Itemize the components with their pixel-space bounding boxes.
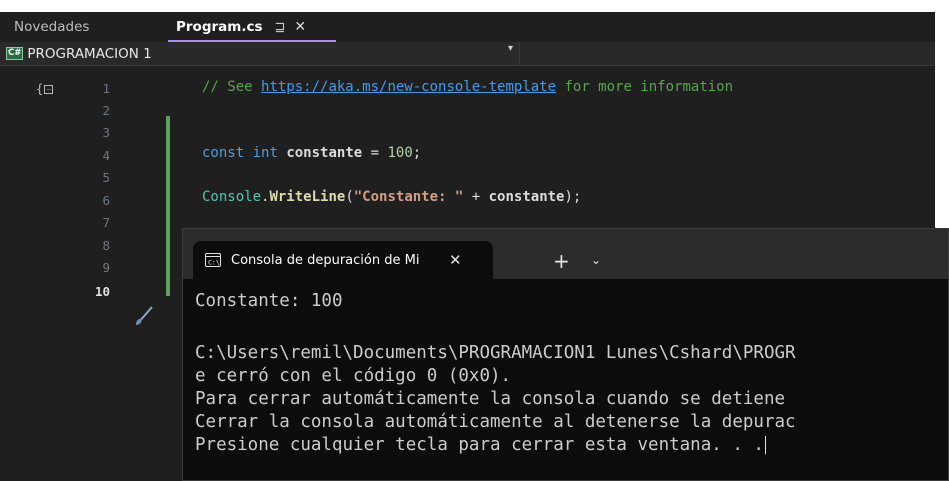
code-cleanup-brush-icon[interactable] [133,302,159,328]
svg-text:C:\: C:\ [208,259,220,267]
text-cursor [764,436,766,454]
project-dropdown[interactable]: C# PROGRAMACION 1 [0,42,519,65]
document-tab-strip: Novedades Program.cs ⊒ ✕ [0,12,935,42]
line-number: 1 [102,81,110,96]
csharp-project-icon: C# [6,47,24,60]
change-tracking-bar [166,116,170,296]
code-line-1: // See https://aka.ms/new-console-templa… [202,79,734,95]
chevron-down-icon[interactable]: ▾ [508,43,513,54]
console-output[interactable]: Constante: 100 C:\Users\remil\Documents\… [183,279,948,480]
tab-program-cs[interactable]: Program.cs ⊒ ✕ [168,12,336,42]
line-number: 4 [102,148,110,163]
line-number-current: 10 [94,284,110,299]
console-line-prompt: Presione cualquier tecla para cerrar est… [195,435,766,455]
line-number: 7 [102,215,110,230]
line-number: 9 [102,260,110,275]
project-name: PROGRAMACION 1 [27,45,152,62]
console-line: C:\Users\remil\Documents\PROGRAMACION1 L… [195,343,796,363]
template-link[interactable]: https://aka.ms/new-console-template [261,79,556,95]
line-number: 6 [102,193,110,208]
new-tab-button[interactable]: + [553,251,570,271]
console-line: Constante: 100 [195,291,343,311]
console-tab-title: Consola de depuración de Mi [231,252,420,268]
tab-program-cs-label: Program.cs [176,19,263,35]
chevron-down-icon[interactable]: ⌄ [591,253,601,267]
console-line: e cerró con el código 0 (0x0). [195,366,512,386]
pin-tab-icon[interactable]: ⊒ [275,20,286,35]
close-tab-icon[interactable]: ✕ [294,19,306,35]
line-number: 2 [102,103,110,118]
line-number: 8 [102,238,110,253]
console-titlebar: C:\ Consola de depuración de Mi ✕ + ⌄ [183,229,948,279]
navigation-bar: C# PROGRAMACION 1 ▾ [0,42,935,66]
console-line: Para cerrar automáticamente la consola c… [195,389,786,409]
debug-console-window[interactable]: C:\ Consola de depuración de Mi ✕ + ⌄ Co… [182,228,949,481]
console-icon: C:\ [205,253,221,267]
code-fold-icon[interactable]: {– [36,82,54,96]
console-line: Cerrar la consola automáticamente al det… [195,412,796,432]
code-line-5: Console.WriteLine("Constante: " + consta… [202,189,582,205]
code-line-3: const int constante = 100; [202,145,422,161]
close-icon[interactable]: ✕ [449,251,462,269]
line-number: 5 [102,170,110,185]
line-number: 3 [102,125,110,140]
navbar-divider [519,42,520,65]
tab-novedades[interactable]: Novedades [0,12,168,42]
tab-novedades-label: Novedades [14,19,90,35]
console-tab[interactable]: C:\ Consola de depuración de Mi ✕ [193,241,493,279]
